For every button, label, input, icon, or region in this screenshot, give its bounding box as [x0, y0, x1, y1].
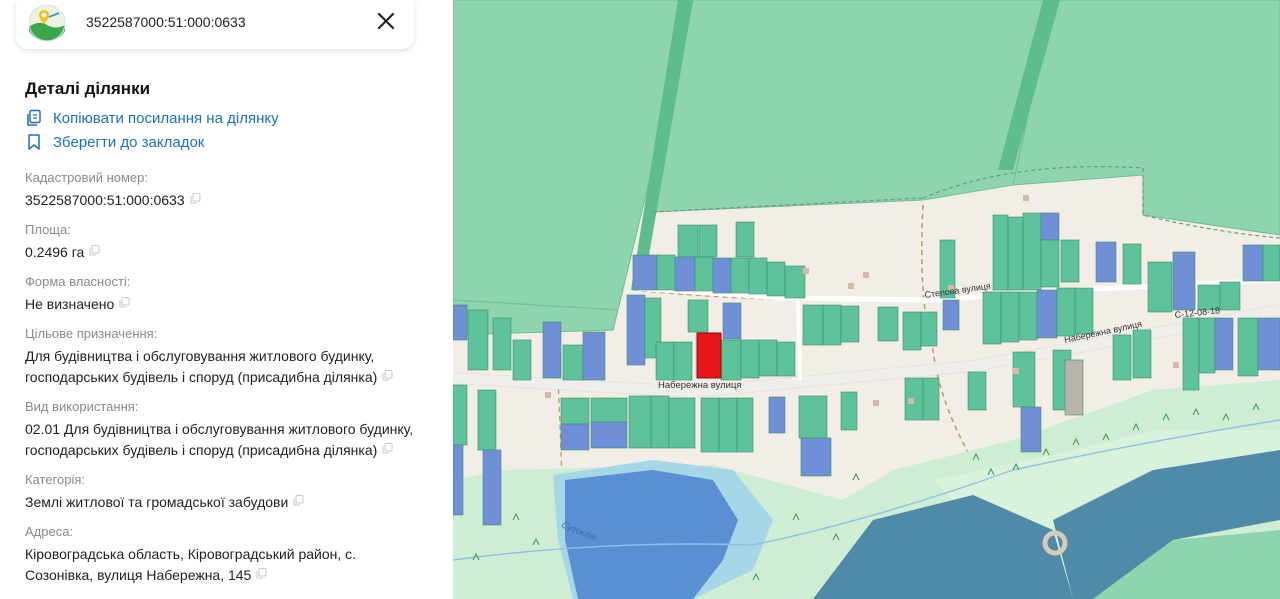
field-value: Для будівництва і обслуговування житлово…	[25, 346, 435, 388]
cadastral-number-value: 3522587000:51:000:0633	[25, 192, 185, 208]
app-logo-icon	[29, 5, 65, 41]
usage-line-2: господарських будівель і споруд (присади…	[25, 442, 378, 458]
field-value: Не визначено	[25, 294, 435, 315]
bookmark-label: Зберегти до закладок	[53, 133, 205, 151]
field-label: Форма власності:	[25, 274, 131, 289]
copy-icon[interactable]	[293, 495, 304, 506]
search-card: 3522587000:51:000:0633	[16, 0, 414, 49]
copy-link-label: Копіювати посилання на ділянку	[53, 109, 279, 127]
copy-icon[interactable]	[119, 297, 130, 308]
field-value: 02.01 Для будівництва і обслуговування ж…	[25, 419, 435, 461]
field-purpose: Цільове призначення: Для будівництва і о…	[25, 325, 435, 388]
copy-link-button[interactable]: Копіювати посилання на ділянку	[25, 106, 435, 130]
area-value: 0.2496 га	[25, 244, 85, 260]
field-label: Кадастровий номер:	[25, 170, 148, 185]
purpose-line-2: господарських будівель і споруд (присади…	[25, 369, 378, 385]
field-address: Адреса: Кіровоградська область, Кіровогр…	[25, 523, 435, 586]
field-value: 3522587000:51:000:0633	[25, 190, 435, 211]
copy-icon[interactable]	[382, 443, 393, 454]
field-usage: Вид використання: 02.01 Для будівництва …	[25, 398, 435, 461]
field-label: Адреса:	[25, 524, 74, 539]
usage-line-1: 02.01 Для будівництва і обслуговування ж…	[25, 421, 414, 437]
field-value: Кіровоградська область, Кіровоградський …	[25, 544, 435, 586]
selected-parcel[interactable]	[696, 332, 722, 379]
address-line-1: Кіровоградська область, Кіровоградський …	[25, 546, 357, 562]
field-label: Вид використання:	[25, 399, 139, 414]
field-value: 0.2496 га	[25, 242, 435, 263]
field-cadastral-number: Кадастровий номер: 3522587000:51:000:063…	[25, 169, 435, 211]
bookmark-icon	[28, 134, 40, 150]
field-label: Категорія:	[25, 472, 86, 487]
copy-icon[interactable]	[89, 245, 100, 256]
field-label: Цільове призначення:	[25, 326, 158, 341]
parcel-details: Деталі ділянки Копіювати посилання на ді…	[25, 78, 435, 586]
street-label-naberezhna: Набережна вулиця	[658, 380, 742, 391]
purpose-line-1: Для будівництва і обслуговування житлово…	[25, 348, 375, 364]
ownership-value: Не визначено	[25, 296, 115, 312]
cadastral-map[interactable]: Набережна вулиця Степова вулиця Набережн…	[453, 0, 1280, 599]
search-query[interactable]: 3522587000:51:000:0633	[86, 14, 246, 30]
address-line-2: Созонівка, вулиця Набережна, 145	[25, 567, 252, 583]
field-category: Категорія: Землі житлової та громадської…	[25, 471, 435, 513]
bookmark-button[interactable]: Зберегти до закладок	[25, 130, 435, 154]
field-area: Площа: 0.2496 га	[25, 221, 435, 263]
details-panel: 3522587000:51:000:0633 Деталі ділянки Ко…	[0, 0, 453, 599]
field-value: Землі житлової та громадської забудови	[25, 492, 435, 513]
copy-icon[interactable]	[382, 370, 393, 381]
field-parcel-north	[652, 0, 1054, 213]
copy-icon[interactable]	[256, 568, 267, 579]
close-icon[interactable]	[374, 9, 398, 33]
copy-icon[interactable]	[190, 193, 201, 204]
category-value: Землі житлової та громадської забудови	[25, 494, 289, 510]
road-lane	[796, 299, 802, 381]
details-title: Деталі ділянки	[25, 79, 151, 98]
field-label: Площа:	[25, 222, 71, 237]
copy-icon	[27, 109, 41, 126]
field-ownership: Форма власності: Не визначено	[25, 273, 435, 315]
